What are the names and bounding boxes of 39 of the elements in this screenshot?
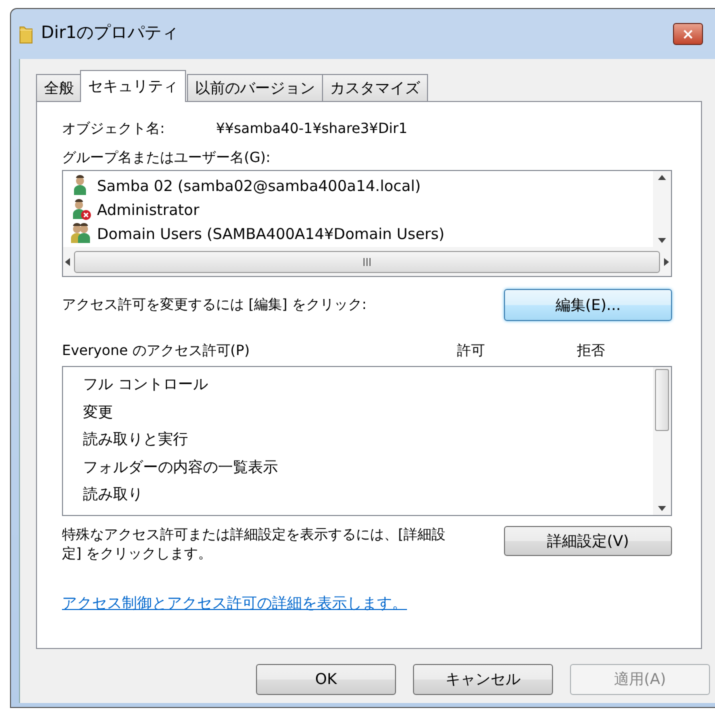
scroll-thumb[interactable] — [655, 368, 669, 430]
edit-instruction: アクセス許可を変更するには [編集] をクリック: — [62, 296, 367, 314]
scroll-left-icon[interactable] — [65, 258, 70, 266]
permission-name: フル コントロール — [83, 375, 208, 393]
help-link[interactable]: アクセス制御とアクセス許可の詳細を表示します。 — [62, 594, 407, 612]
window-title: Dir1のプロパティ — [41, 22, 179, 46]
scroll-down-icon[interactable] — [658, 506, 666, 511]
advanced-instruction: 特殊なアクセス許可または詳細設定を表示するには、[詳細設定] をクリックします。 — [62, 526, 446, 564]
tab[interactable]: 以前のバージョン — [187, 74, 323, 101]
grip-icon — [362, 258, 372, 266]
horizontal-scrollbar[interactable] — [63, 247, 671, 276]
dialog-button[interactable]: キャンセル — [413, 664, 553, 695]
advanced-button[interactable]: 詳細設定(V) — [504, 526, 672, 556]
tab[interactable]: セキュリティ — [80, 70, 186, 102]
column-header: 拒否 — [577, 342, 605, 360]
object-name-value: ¥¥samba40-1¥share3¥Dir1 — [216, 120, 408, 138]
principal-name[interactable]: Samba 02 (samba02@samba400a14.local) — [97, 174, 421, 198]
dialog-button[interactable]: OK — [256, 664, 396, 695]
vertical-scrollbar[interactable] — [653, 171, 671, 247]
edit-button[interactable]: 編集(E)... — [504, 289, 672, 321]
principal-name[interactable]: Domain Users (SAMBA400A14¥Domain Users) — [97, 222, 445, 246]
object-name-label: オブジェクト名: — [62, 120, 166, 138]
principal-name[interactable]: Administrator — [97, 198, 200, 222]
denied-user-icon — [71, 199, 91, 221]
tab[interactable]: 全般 — [36, 74, 82, 101]
scroll-up-icon[interactable] — [658, 175, 666, 180]
vertical-scrollbar[interactable] — [653, 367, 671, 515]
tab[interactable]: カスタマイズ — [322, 74, 428, 101]
scroll-right-icon[interactable] — [664, 258, 669, 266]
permission-name: 変更 — [83, 402, 113, 420]
permissions-label: Everyone のアクセス許可(P) — [62, 342, 251, 360]
permission-name: 読み取りと実行 — [83, 430, 188, 448]
scroll-down-icon[interactable] — [658, 238, 666, 243]
group-icon — [71, 223, 91, 245]
principals-label: グループ名またはユーザー名(G): — [62, 150, 270, 166]
permission-name: 読み取り — [83, 485, 143, 503]
permission-name: フォルダーの内容の一覧表示 — [83, 458, 278, 476]
column-header: 許可 — [457, 342, 486, 360]
folder-icon — [19, 24, 33, 44]
